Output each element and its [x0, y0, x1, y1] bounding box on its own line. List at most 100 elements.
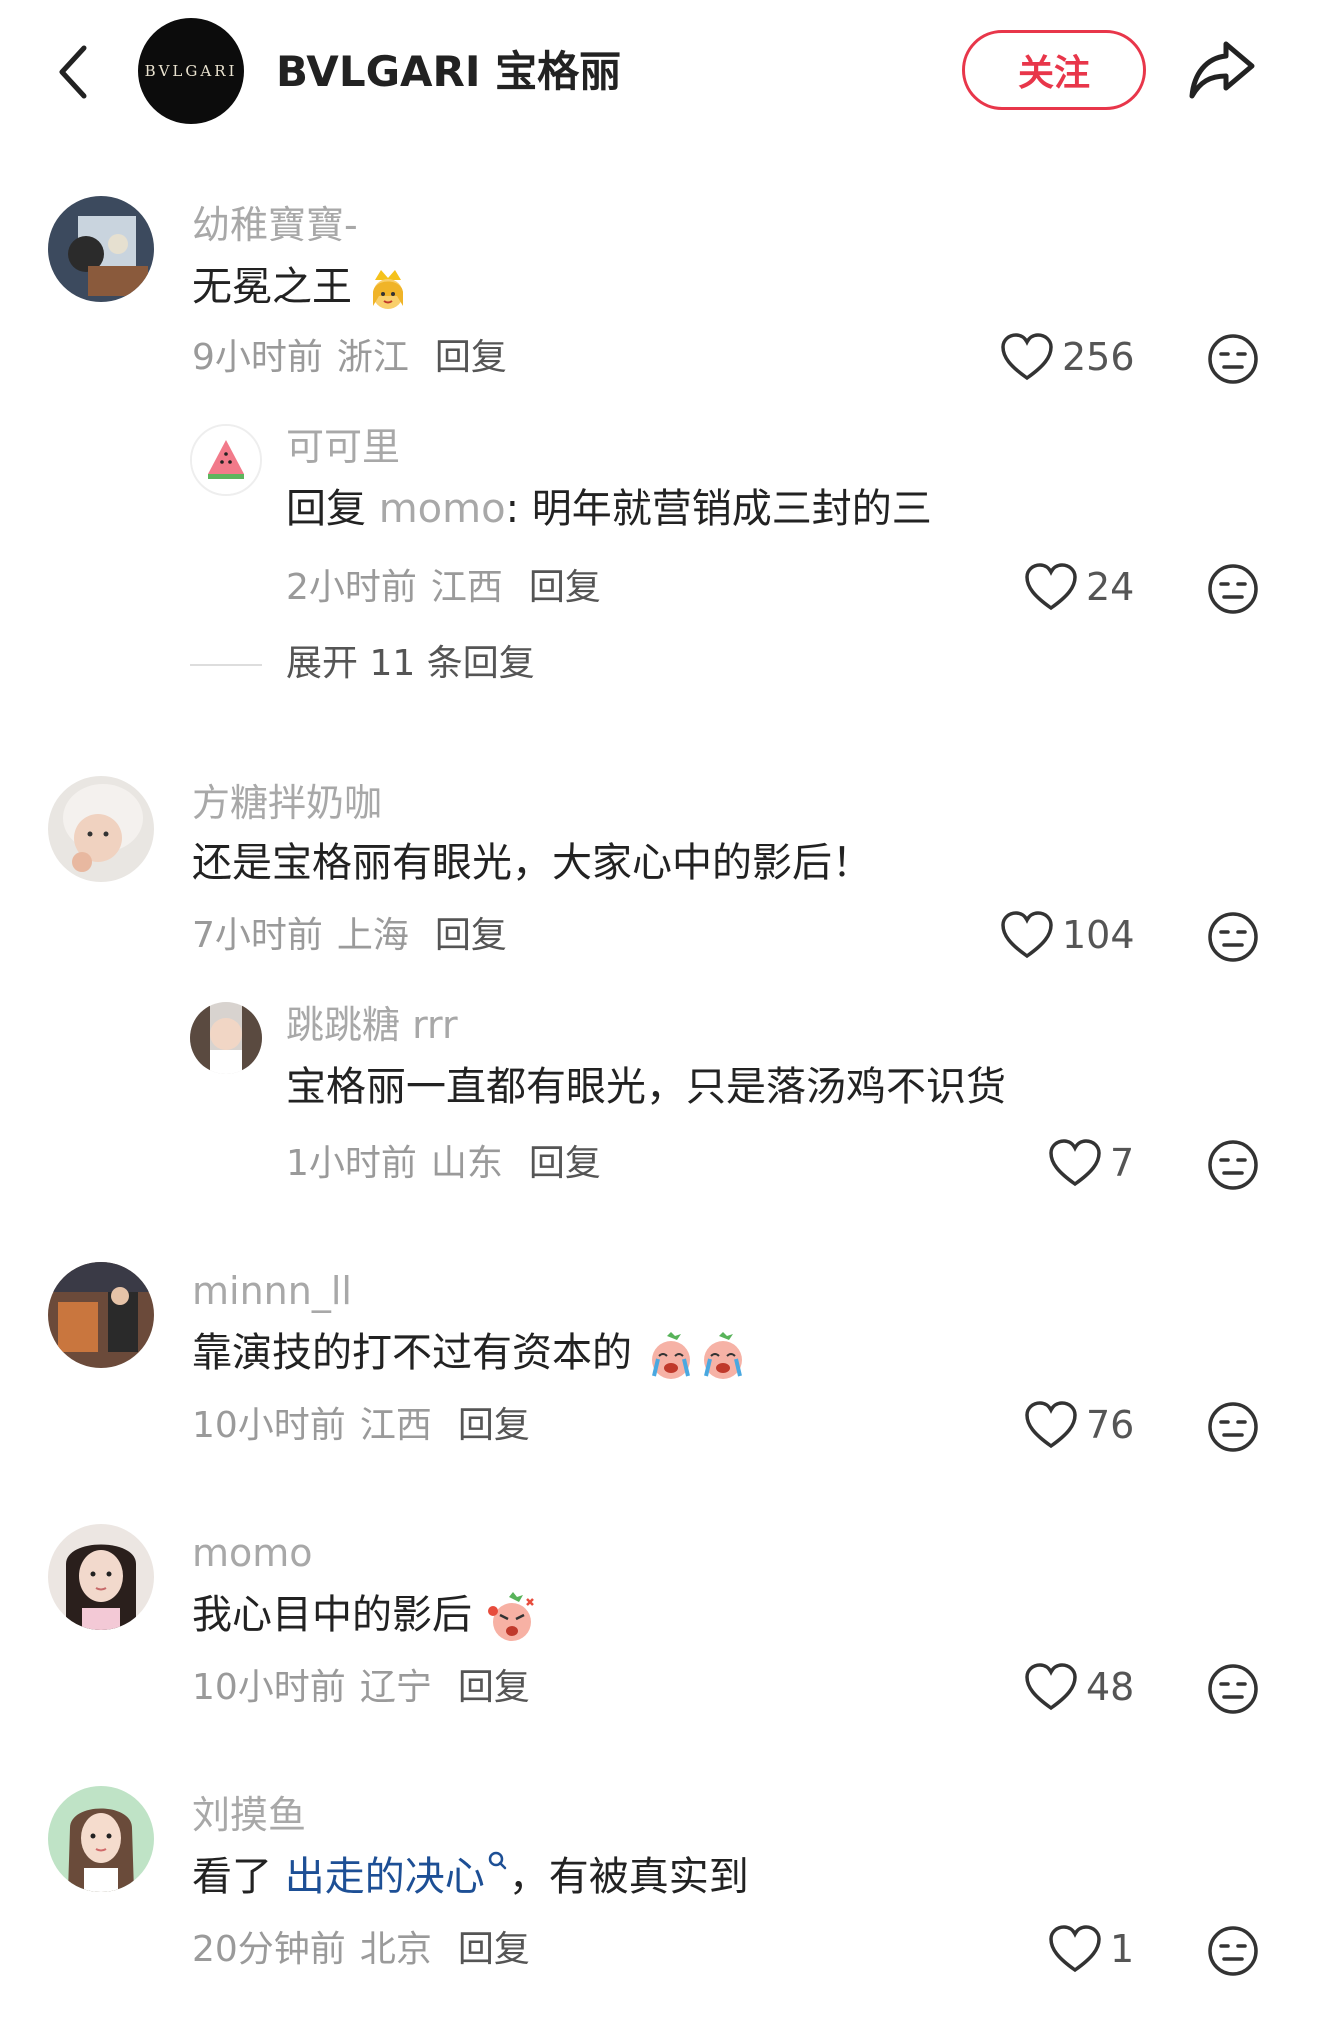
- comment-time: 20分钟前: [192, 1929, 346, 1970]
- like-count: 48: [1086, 1665, 1135, 1709]
- neutral-face-icon: [1208, 564, 1258, 614]
- comment-username[interactable]: 跳跳糖 rrr: [286, 1000, 458, 1050]
- like-button[interactable]: 24: [1024, 562, 1134, 612]
- comment-text: 我心目中的影后: [192, 1588, 539, 1643]
- expand-divider: [190, 664, 262, 666]
- heart-icon: [1049, 1139, 1101, 1187]
- comment-location: 上海: [336, 915, 409, 956]
- dislike-button[interactable]: [1206, 332, 1260, 390]
- comment-time: 7小时前: [192, 915, 323, 956]
- follow-button[interactable]: 关注: [962, 30, 1146, 110]
- heart-icon: [1001, 333, 1053, 381]
- comment-username[interactable]: minnn_ll: [192, 1266, 352, 1316]
- comment-meta: 20分钟前 北京 回复: [192, 1926, 530, 1974]
- dislike-button[interactable]: [1206, 1662, 1260, 1720]
- neutral-face-icon: [1208, 1926, 1258, 1976]
- page-title: BVLGARI 宝格丽: [276, 47, 622, 96]
- comment-time: 10小时前: [192, 1405, 346, 1446]
- comment-text: 靠演技的打不过有资本的: [192, 1326, 749, 1380]
- comment-username[interactable]: 可可里: [286, 422, 400, 472]
- crying-peach-emoji-icon: [651, 1332, 690, 1379]
- watermelon-icon: [192, 426, 260, 494]
- brand-avatar[interactable]: BVLGARI: [138, 18, 244, 124]
- reply-button[interactable]: 回复: [529, 1143, 601, 1184]
- heart-icon: [1025, 1663, 1077, 1711]
- like-button[interactable]: 7: [1048, 1138, 1134, 1188]
- reply-button[interactable]: 回复: [458, 1667, 530, 1708]
- reply-button[interactable]: 回复: [458, 1405, 530, 1446]
- avatar-image: [48, 1262, 154, 1368]
- comment-meta: 10小时前 江西 回复: [192, 1402, 530, 1450]
- back-button[interactable]: [52, 40, 96, 104]
- like-button[interactable]: 104: [1000, 910, 1135, 960]
- dislike-button[interactable]: [1206, 910, 1260, 968]
- dislike-button[interactable]: [1206, 1924, 1260, 1982]
- avatar[interactable]: [48, 1524, 154, 1630]
- comment-time: 1小时前: [286, 1143, 417, 1184]
- avatar-image: [48, 196, 154, 302]
- like-button[interactable]: 76: [1024, 1400, 1134, 1450]
- brand-logo: BVLGARI: [144, 62, 238, 80]
- neutral-face-icon: [1208, 1664, 1258, 1714]
- avatar[interactable]: [48, 1262, 154, 1368]
- comment-username[interactable]: 方糖拌奶咖: [192, 778, 382, 828]
- reply-button[interactable]: 回复: [458, 1929, 530, 1970]
- comment-text: 回复 momo: 明年就营销成三封的三: [286, 486, 932, 532]
- comment-meta: 9小时前 浙江 回复: [192, 334, 507, 382]
- like-count: 24: [1086, 565, 1135, 609]
- comment-location: 北京: [359, 1929, 432, 1970]
- dislike-button[interactable]: [1206, 1138, 1260, 1196]
- search-link[interactable]: 出走的决心: [285, 1851, 509, 1900]
- avatar[interactable]: [48, 776, 154, 882]
- comment-location: 浙江: [336, 337, 409, 378]
- avatar[interactable]: [48, 196, 154, 302]
- reply-button[interactable]: 回复: [435, 915, 507, 956]
- share-icon: [1189, 41, 1255, 99]
- dislike-button[interactable]: [1206, 1400, 1260, 1458]
- reply-button[interactable]: 回复: [435, 337, 507, 378]
- comment-text: 还是宝格丽有眼光，大家心中的影后！: [192, 840, 872, 886]
- comment-time: 10小时前: [192, 1667, 346, 1708]
- comment-text: 无冕之王: [192, 260, 411, 314]
- expand-replies-button[interactable]: 展开 11 条回复: [286, 640, 535, 688]
- comment-location: 江西: [359, 1405, 432, 1446]
- like-count: 104: [1062, 913, 1135, 957]
- avatar[interactable]: [48, 1786, 154, 1892]
- comment-username[interactable]: 刘摸鱼: [192, 1790, 306, 1840]
- heart-icon: [1025, 563, 1077, 611]
- like-count: 7: [1110, 1141, 1135, 1185]
- like-button[interactable]: 256: [1000, 332, 1135, 382]
- neutral-face-icon: [1208, 1402, 1258, 1452]
- top-bar: BVLGARI BVLGARI 宝格丽 关注: [0, 0, 1320, 150]
- heart-icon: [1001, 911, 1053, 959]
- like-button[interactable]: 1: [1048, 1924, 1134, 1974]
- avatar-image: [48, 1524, 154, 1630]
- angry-peach-emoji-icon: [487, 1592, 534, 1641]
- comment-text: 看了 出走的决心 ，有被真实到: [192, 1850, 749, 1904]
- share-button[interactable]: [1186, 36, 1258, 102]
- comment-meta: 1小时前 山东 回复: [286, 1140, 601, 1188]
- like-count: 256: [1062, 335, 1135, 379]
- dislike-button[interactable]: [1206, 562, 1260, 620]
- reply-target-user[interactable]: momo: [379, 486, 506, 532]
- comment-text: 宝格丽一直都有眼光，只是落汤鸡不识货: [286, 1064, 1006, 1110]
- comment-meta: 2小时前 江西 回复: [286, 564, 601, 612]
- search-icon: [488, 1851, 506, 1870]
- comment-time: 2小时前: [286, 567, 417, 608]
- comment-username[interactable]: 幼稚寶寶-: [192, 200, 358, 250]
- crying-peach-emoji-icon: [703, 1332, 742, 1379]
- princess-emoji-icon: [372, 270, 403, 309]
- comment-meta: 7小时前 上海 回复: [192, 912, 507, 960]
- heart-icon: [1049, 1925, 1101, 1973]
- reply-button[interactable]: 回复: [529, 567, 601, 608]
- comment-time: 9小时前: [192, 337, 323, 378]
- like-button[interactable]: 48: [1024, 1662, 1134, 1712]
- comment-location: 江西: [430, 567, 503, 608]
- comment-location: 山东: [430, 1143, 503, 1184]
- comment-username[interactable]: momo: [192, 1528, 313, 1578]
- like-count: 76: [1086, 1403, 1135, 1447]
- avatar[interactable]: [190, 1002, 262, 1074]
- avatar-image: [48, 776, 154, 882]
- avatar[interactable]: [190, 424, 262, 496]
- chevron-left-icon: [59, 45, 87, 99]
